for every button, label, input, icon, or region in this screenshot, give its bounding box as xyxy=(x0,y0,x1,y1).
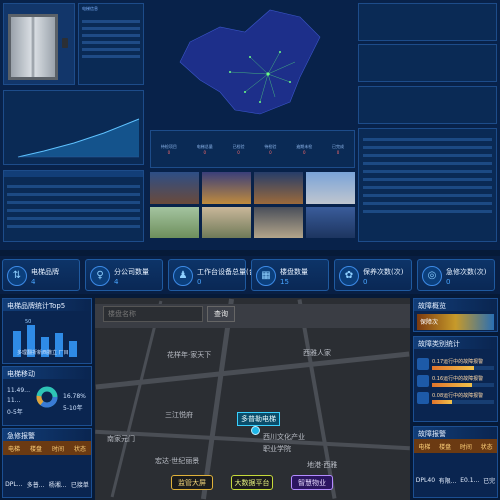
age-left-2: 11... xyxy=(7,397,21,404)
urgent-panel: 急修报警 电梯 楼盘 时间 状态 DPL... 多普... 杨湘... 已接单 xyxy=(2,428,92,498)
map-place-label: 南家元门 xyxy=(107,435,135,443)
monitor-screen-button[interactable]: 监管大屏 xyxy=(171,475,213,490)
elevator-info-panel: 电梯信息 xyxy=(78,3,144,85)
age-left-1: 11.49… xyxy=(7,387,31,394)
right-table-panel xyxy=(358,128,497,242)
stat-bar: ⇅ 电梯品牌 4 ♀ 分公司数量 4 ♟ 工作台设备总量(台) 0 ▦ 楼盘数量 15 ✿ 保养次数(次)… xyxy=(0,256,500,294)
smart-property-button[interactable]: 智慧物业 xyxy=(291,475,333,490)
stat-card[interactable]: ⇅ 电梯品牌 4 xyxy=(2,259,80,291)
fault-alarm-header: 电梯 楼盘 时间 状态 xyxy=(414,439,497,453)
stat-value: 4 xyxy=(31,278,36,286)
stat-card[interactable]: ♟ 工作台设备总量(台) 0 xyxy=(168,259,258,291)
stat-card[interactable]: ▦ 楼盘数量 15 xyxy=(251,259,329,291)
right-panel-3 xyxy=(358,86,497,124)
right-mid-panel xyxy=(358,44,497,82)
stat-value: 4 xyxy=(114,278,119,286)
elevator-photo xyxy=(8,14,58,80)
fault-type-bar xyxy=(432,400,452,404)
urgent-header: 电梯 楼盘 时间 状态 xyxy=(3,441,91,455)
stat-label: 楼盘数量 xyxy=(280,268,308,276)
brand-title: 电梯品牌统计Top5 xyxy=(3,299,91,311)
map-place-label: 三江悦府 xyxy=(165,411,193,419)
fault-type-bar xyxy=(432,366,475,370)
trend-area-chart xyxy=(17,118,140,158)
map-place-label: 职业学院 xyxy=(263,445,291,453)
elevator-stat: 已完成 0 xyxy=(332,143,345,155)
fault-type-row: 0.16运行中的故障报警 xyxy=(417,375,494,387)
stat-value: 0 xyxy=(363,278,368,286)
table-row[interactable]: DPL40 有限… E0.1… 已完 xyxy=(414,473,497,487)
company-icon: ♀ xyxy=(90,266,110,286)
fault-alarm-title: 故障报警 xyxy=(414,427,497,439)
fault-type-icon xyxy=(417,375,429,387)
elevator-stat: 电梯总量 0 xyxy=(196,143,213,155)
age-panel: 电梯移动 11.49… 11... 0-5年 16.78% 5-10年 xyxy=(2,366,92,426)
building-icon: ▦ xyxy=(256,266,276,286)
stat-label: 电梯品牌 xyxy=(31,268,59,276)
fault-alarm-panel: 故障报警 电梯 楼盘 时间 状态 DPL40 有限… E0.1… 已完 xyxy=(413,426,498,498)
search-button[interactable]: 查询 xyxy=(207,306,235,322)
left-table-panel xyxy=(3,170,144,242)
fault-overview-title: 故障概览 xyxy=(414,299,497,311)
building-map[interactable]: 查询 花样年·家天下 西雅人家三江悦府西川文化产业职业学院宏达·世纪丽景地港·西雅… xyxy=(95,298,410,500)
map-place-label: 西川文化产业 xyxy=(263,433,305,441)
device-icon: ♟ xyxy=(173,266,193,286)
right-top-panel xyxy=(358,3,497,41)
stat-card[interactable]: ♀ 分公司数量 4 xyxy=(85,259,163,291)
bigdata-platform-button[interactable]: 大数据平台 xyxy=(231,475,273,490)
age-left-3: 0-5年 xyxy=(7,409,23,416)
stat-label: 分公司数量 xyxy=(114,268,149,276)
map-place-label: 花样年·家天下 xyxy=(167,351,212,359)
top-dashboard: 电梯信息 待检项目 0 电梯总量 0 已检验 0 待检验 0 逾期未检 0 已完… xyxy=(0,0,500,250)
map-place-label: 西雅人家 xyxy=(303,349,331,357)
fault-type-icon xyxy=(417,358,429,370)
age-right-2: 5-10年 xyxy=(63,405,83,412)
elevator-icon: ⇅ xyxy=(7,266,27,286)
urgent-title: 急修报警 xyxy=(3,429,91,441)
fault-overview-panel: 故障概览 保障次 xyxy=(413,298,498,332)
fault-type-row: 0.17运行中的故障报警 xyxy=(417,358,494,370)
elevator-stat: 逾期未检 0 xyxy=(296,143,313,155)
elevator-stat: 已检验 0 xyxy=(232,143,245,155)
brand-panel: 电梯品牌统计Top5 50 多理翻折新西撒立 厂目 xyxy=(2,298,92,364)
map-place-label: 宏达·世纪丽景 xyxy=(155,457,200,465)
brand-axis: 多理翻折新西撒立 厂目 xyxy=(17,350,69,356)
stat-label: 保养次数(次) xyxy=(363,268,404,276)
shield-icon: ✿ xyxy=(339,266,359,286)
table-row[interactable]: DPL... 多普... 杨湘... 已接单 xyxy=(3,477,91,491)
age-right-1: 16.78% xyxy=(63,393,86,400)
map-marker-label[interactable]: 多普勒电梯 xyxy=(237,412,280,426)
fault-type-icon xyxy=(417,392,429,404)
stat-label: 工作台设备总量(台) xyxy=(197,268,259,276)
stat-label: 急修次数(次) xyxy=(446,268,487,276)
fault-type-row: 0.08运行中的故障报警 xyxy=(417,392,494,404)
elevator-stat: 待检项目 0 xyxy=(160,143,177,155)
stat-card[interactable]: ◎ 急修次数(次) 0 xyxy=(417,259,495,291)
brand-value: 50 xyxy=(25,319,32,325)
elevator-panel xyxy=(3,3,75,85)
fault-overview-bar: 保障次 xyxy=(417,314,494,330)
stat-card[interactable]: ✿ 保养次数(次) 0 xyxy=(334,259,412,291)
age-donut xyxy=(36,386,58,408)
alarm-icon: ◎ xyxy=(422,266,442,286)
map-place-label: 地港·西雅 xyxy=(307,461,338,469)
stat-value: 15 xyxy=(280,278,289,286)
search-input[interactable] xyxy=(103,306,203,322)
fault-type-bar xyxy=(432,383,472,387)
fault-type-title: 故障类别统计 xyxy=(414,337,497,349)
trend-chart-panel xyxy=(3,90,144,165)
china-map xyxy=(150,2,355,127)
building-photo-grid xyxy=(150,172,355,238)
elevator-stat: 待检验 0 xyxy=(264,143,277,155)
stat-value: 0 xyxy=(446,278,451,286)
stat-value: 0 xyxy=(197,278,202,286)
elevator-info-title: 电梯信息 xyxy=(82,6,98,11)
map-pin-icon[interactable] xyxy=(251,426,260,435)
fault-type-panel: 故障类别统计 0.17运行中的故障报警 0.16运行中的故障报警 0.08运行中的故… xyxy=(413,336,498,422)
elevator-stats-panel: 待检项目 0 电梯总量 0 已检验 0 待检验 0 逾期未检 0 已完成 0 xyxy=(150,130,355,168)
age-title: 电梯移动 xyxy=(3,367,91,379)
